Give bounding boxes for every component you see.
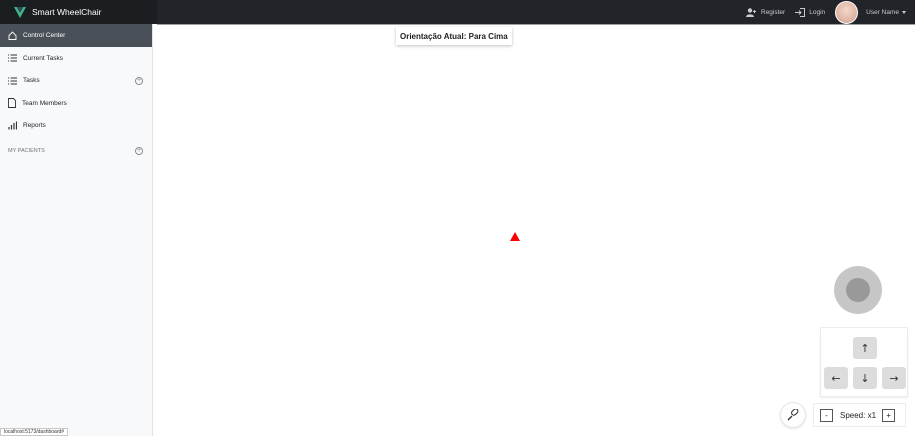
login-link[interactable]: Login xyxy=(795,7,826,17)
bar-chart-icon xyxy=(8,121,17,130)
app-title: Smart WheelChair xyxy=(32,7,102,17)
sidebar-item-control-center[interactable]: Control Center xyxy=(0,24,152,47)
list-icon xyxy=(8,77,17,85)
user-plus-icon xyxy=(746,7,756,17)
sidebar-item-label: Reports xyxy=(23,122,46,130)
orientation-label: Orientação Atual: Para Cima xyxy=(396,27,512,45)
login-icon xyxy=(795,7,806,17)
sidebar-item-label: Current Tasks xyxy=(23,54,63,62)
sidebar-item-label: Team Members xyxy=(22,99,67,107)
list-icon xyxy=(8,54,17,62)
arrow-left-button[interactable]: ← xyxy=(824,367,848,389)
register-link[interactable]: Register xyxy=(746,7,786,17)
speed-label: Speed: x1 xyxy=(840,410,877,420)
joystick[interactable] xyxy=(834,266,882,314)
sidebar: Control Center Current Tasks Tasks + Tea… xyxy=(0,24,153,436)
arrow-up-button[interactable]: ↑ xyxy=(853,337,877,359)
microphone-icon xyxy=(787,409,799,421)
sidebar-item-tasks[interactable]: Tasks + xyxy=(0,70,152,93)
login-label: Login xyxy=(809,8,826,16)
register-label: Register xyxy=(761,8,786,16)
sidebar-item-label: Tasks xyxy=(23,77,40,85)
sidebar-item-team-members[interactable]: Team Members xyxy=(0,92,152,115)
arrow-right-button[interactable]: → xyxy=(882,367,906,389)
user-name[interactable]: User Name xyxy=(866,9,899,16)
status-bar-url: localhost:5173/dashboard# xyxy=(0,428,69,436)
joystick-knob[interactable] xyxy=(846,278,870,302)
sidebar-item-current-tasks[interactable]: Current Tasks xyxy=(0,47,152,70)
add-patient-icon[interactable]: + xyxy=(135,147,143,155)
header-divider xyxy=(157,24,915,25)
direction-pad: ↑ ← ↓ → xyxy=(820,327,908,397)
avatar[interactable] xyxy=(835,0,859,24)
sidebar-item-reports[interactable]: Reports xyxy=(0,115,152,138)
home-icon xyxy=(8,31,17,40)
speed-control: - Speed: x1 + xyxy=(813,403,906,427)
chevron-down-icon[interactable] xyxy=(902,10,906,14)
arrow-down-button[interactable]: ↓ xyxy=(853,367,877,389)
vue-logo-icon xyxy=(14,6,26,18)
sidebar-item-label: Control Center xyxy=(23,32,66,39)
brand[interactable]: Smart WheelChair xyxy=(0,0,157,24)
wheelchair-marker-icon xyxy=(510,232,520,241)
sidebar-section-heading: MY PACIENTS + xyxy=(0,141,152,161)
top-navbar: Smart WheelChair Register Login User Nam… xyxy=(0,0,915,24)
section-heading-label: MY PACIENTS xyxy=(8,148,45,154)
speed-increase-button[interactable]: + xyxy=(882,408,896,422)
file-icon xyxy=(8,98,16,109)
speed-decrease-button[interactable]: - xyxy=(820,408,833,422)
microphone-button[interactable] xyxy=(780,402,806,428)
add-task-icon[interactable]: + xyxy=(135,76,143,85)
